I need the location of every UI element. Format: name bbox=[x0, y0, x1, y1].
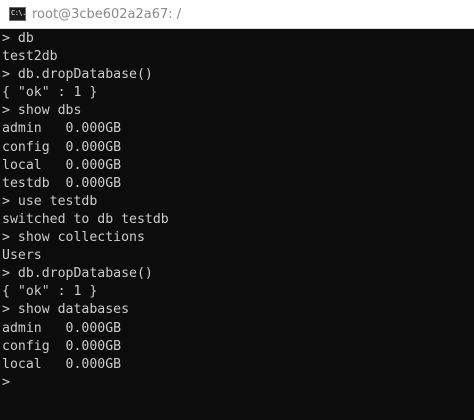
console-line: > show collections bbox=[2, 230, 145, 246]
console-line: > db bbox=[2, 31, 34, 46]
console-line: { "ok" : 1 } bbox=[2, 284, 98, 300]
title-bar[interactable]: C:\. root@3cbe602a2a67: / bbox=[0, 0, 474, 29]
console-line: > use testdb bbox=[2, 193, 98, 209]
console-line: test2db bbox=[2, 49, 58, 65]
console-line: Users bbox=[2, 248, 42, 264]
console-line: local 0.000GB bbox=[2, 157, 122, 173]
window-title: root@3cbe602a2a67: / bbox=[32, 6, 182, 22]
console-output[interactable]: > db test2db > db.dropDatabase() { "ok" … bbox=[2, 30, 472, 418]
console-line: { "ok" : 1 } bbox=[2, 85, 98, 101]
console-line: testdb 0.000GB bbox=[2, 175, 122, 191]
console-line: config 0.000GB bbox=[2, 338, 122, 354]
console-line: > show dbs bbox=[2, 103, 82, 119]
console-line: admin 0.000GB bbox=[2, 320, 122, 336]
console-line: local 0.000GB bbox=[2, 356, 122, 372]
console-line: > show databases bbox=[2, 302, 130, 318]
console-app-icon: C:\. bbox=[9, 7, 26, 21]
console-line: switched to db testdb bbox=[2, 211, 169, 227]
console-line: > db.dropDatabase() bbox=[2, 266, 153, 282]
terminal-window: C:\. root@3cbe602a2a67: / > db test2db >… bbox=[0, 0, 474, 420]
console-line: admin 0.000GB bbox=[2, 121, 122, 137]
console-line: config 0.000GB bbox=[2, 139, 122, 155]
console-line: > db.dropDatabase() bbox=[2, 67, 153, 83]
console-prompt[interactable]: > bbox=[2, 374, 472, 392]
